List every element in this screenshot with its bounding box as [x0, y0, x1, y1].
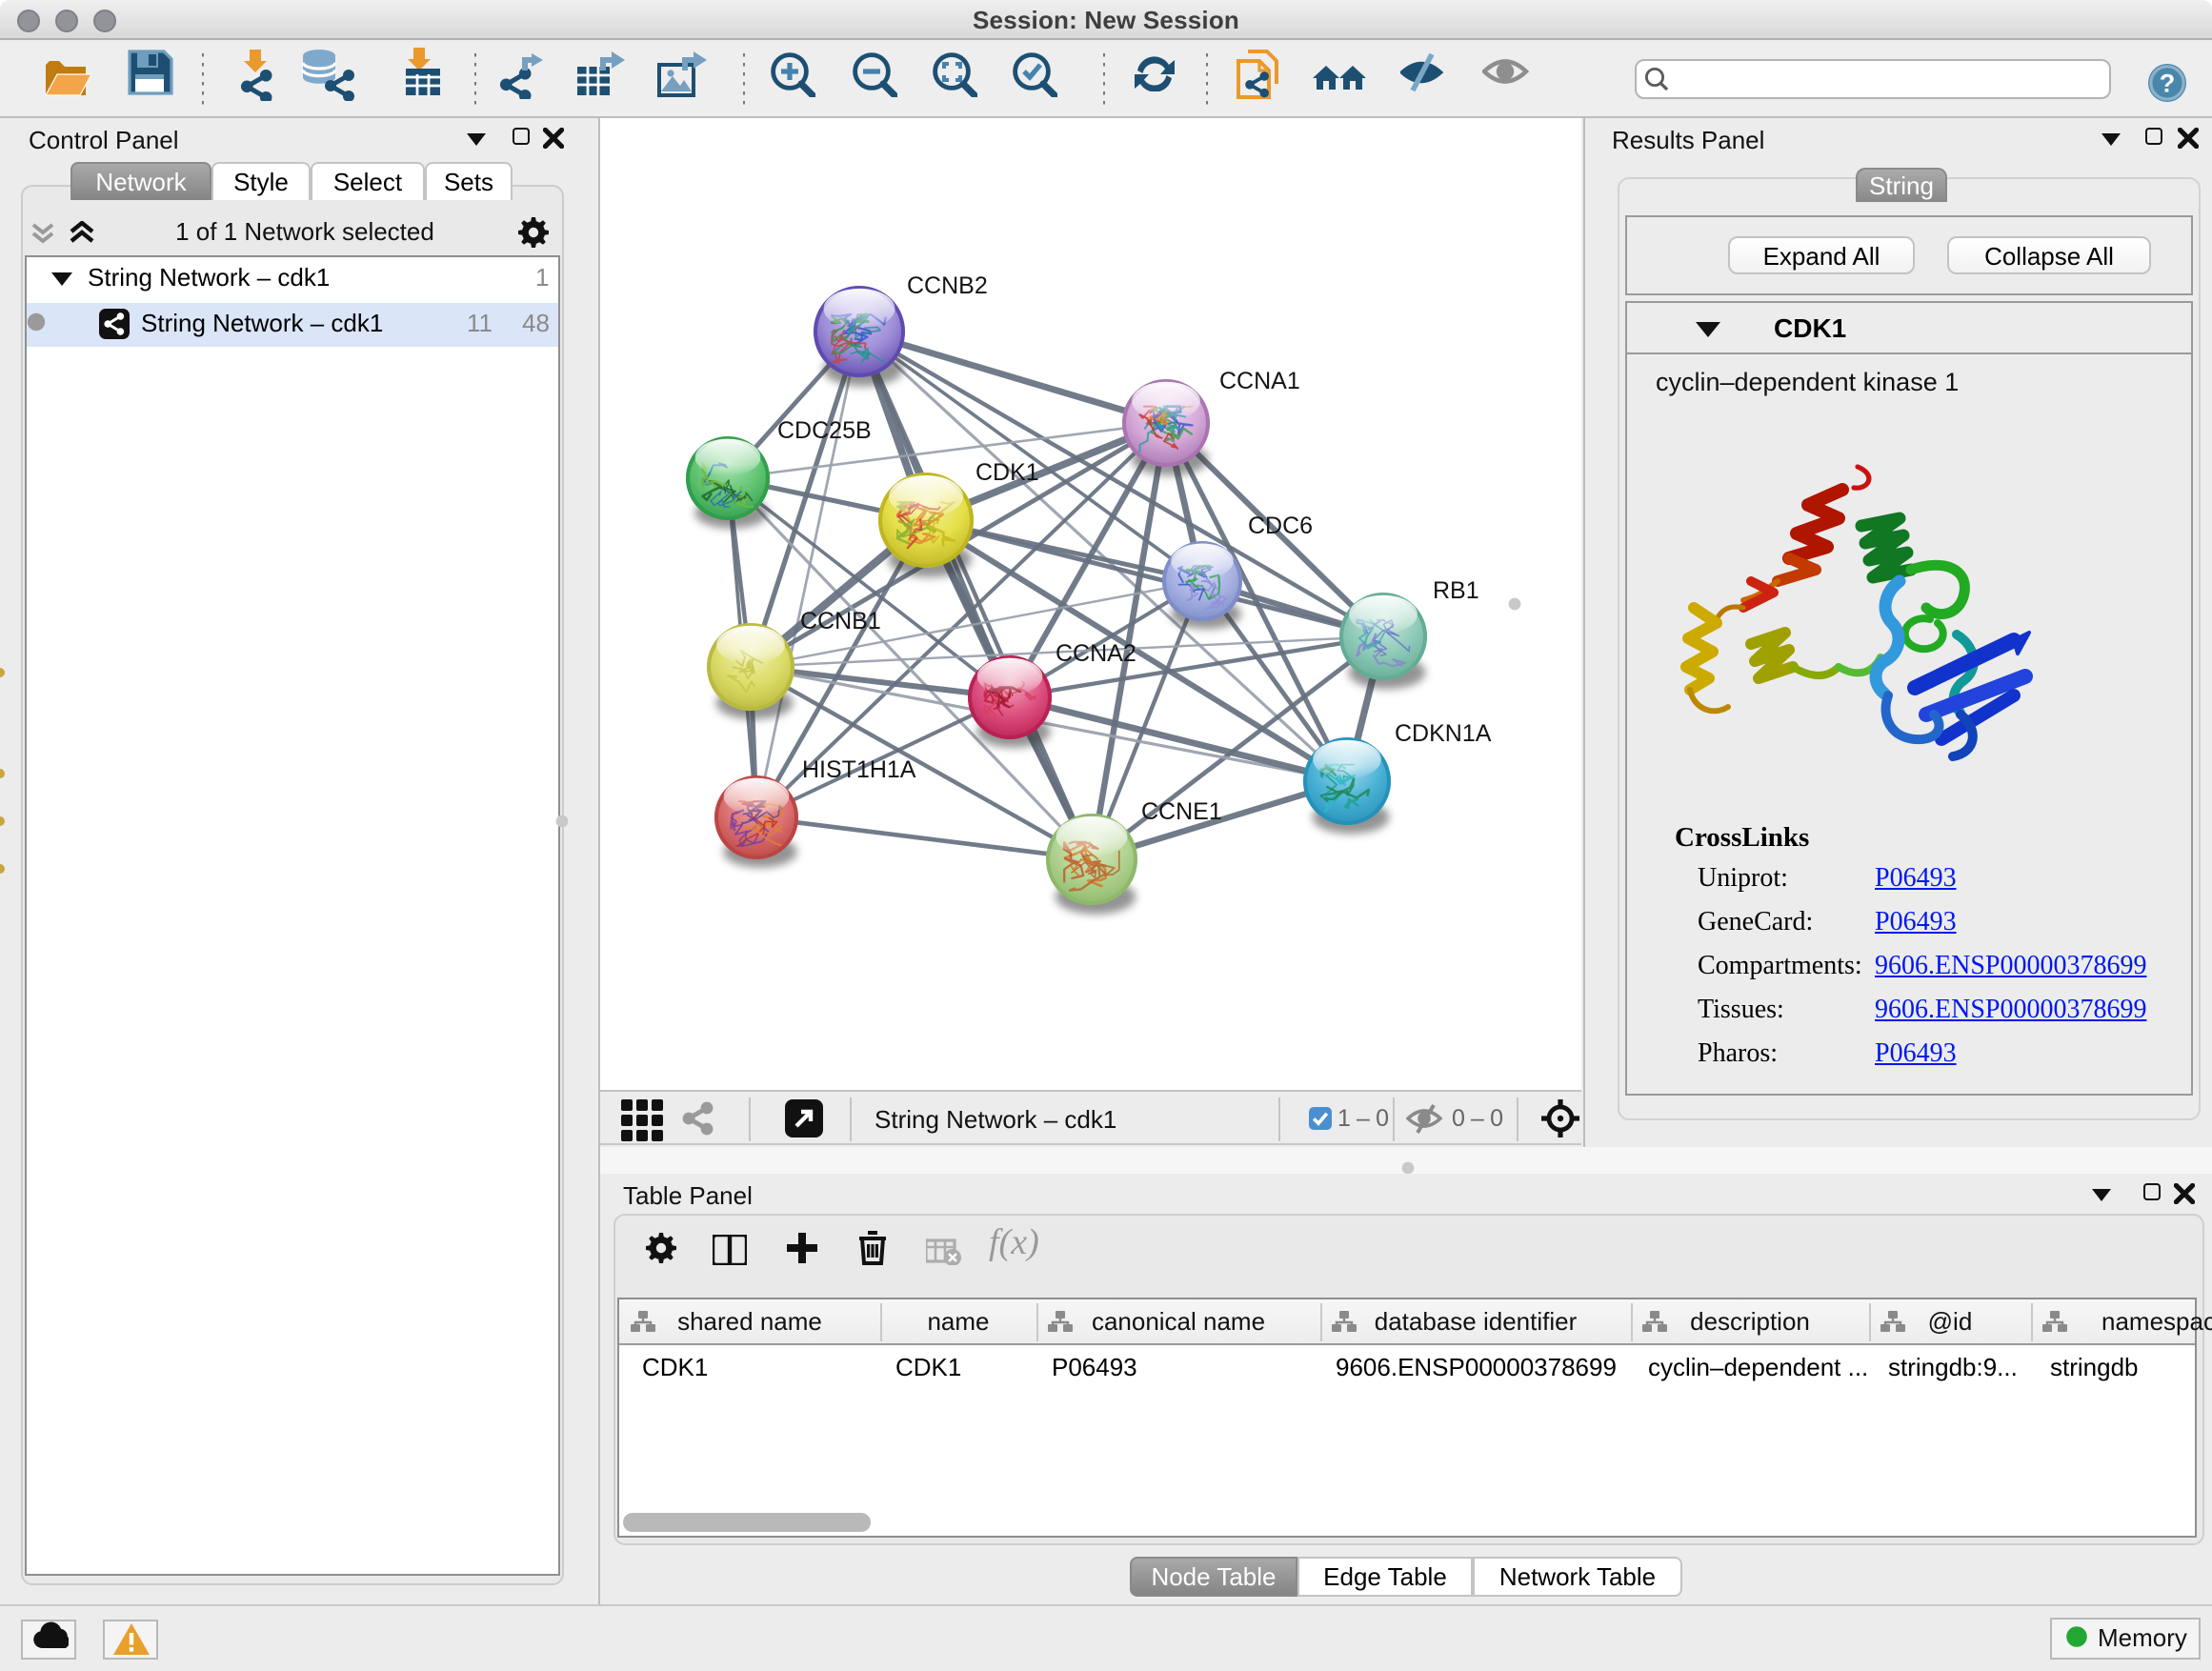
svg-text:CDK1: CDK1	[975, 459, 1039, 486]
svg-text:CCNE1: CCNE1	[1141, 798, 1222, 825]
svg-text:RB1: RB1	[1433, 577, 1479, 604]
svg-text:HIST1H1A: HIST1H1A	[802, 756, 916, 783]
svg-text:?: ?	[2160, 69, 2176, 97]
svg-text:CCNA2: CCNA2	[1056, 640, 1136, 667]
svg-text:CDKN1A: CDKN1A	[1395, 720, 1492, 747]
svg-text:CCNB1: CCNB1	[800, 608, 881, 634]
svg-text:CDC25B: CDC25B	[777, 417, 872, 444]
svg-text:CCNB2: CCNB2	[907, 272, 988, 299]
svg-text:CDC6: CDC6	[1248, 513, 1313, 539]
svg-text:CCNA1: CCNA1	[1219, 368, 1300, 394]
